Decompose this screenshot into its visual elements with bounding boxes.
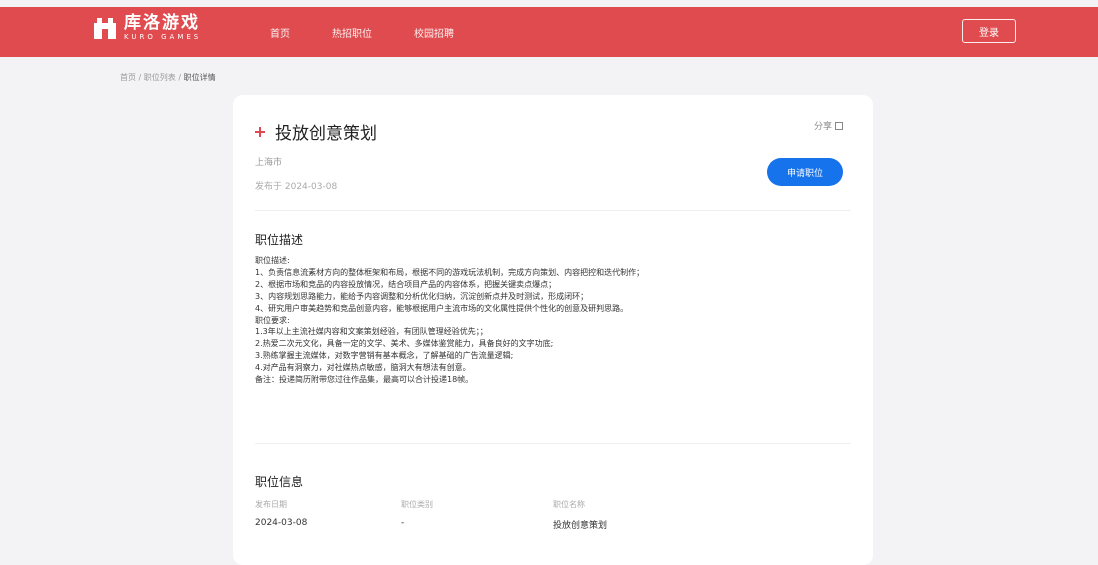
breadcrumb-home[interactable]: 首页 (120, 73, 136, 82)
share-button[interactable]: 分享 (814, 119, 843, 132)
logo-chinese-text: 库洛游戏 (124, 13, 200, 33)
description-line: 3.熟练掌握主流媒体，对数字营销有基本概念，了解基础的广告流量逻辑; (255, 351, 514, 361)
job-title-row: 投放创意策划 (255, 119, 377, 144)
logo-english-text: KURO GAMES (124, 33, 202, 41)
breadcrumb-separator: / (138, 73, 142, 82)
login-button[interactable]: 登录 (962, 19, 1016, 43)
description-section-title: 职位描述 (255, 233, 304, 247)
info-value: 2024-03-08 (255, 518, 308, 528)
breadcrumb-current: 职位详情 (183, 73, 216, 82)
info-column-job-name: 职位名称 投放创意策划 (553, 499, 607, 531)
job-title: 投放创意策划 (275, 124, 377, 144)
description-line: 职位要求: (255, 315, 290, 325)
breadcrumb-separator: / (178, 73, 182, 82)
nav-hot-jobs[interactable]: 热招职位 (332, 25, 372, 40)
description-line: 2.热爱二次元文化，具备一定的文学、美术、多媒体鉴赏能力，具备良好的文字功底; (255, 339, 554, 349)
description-line: 职位描述: (255, 256, 290, 265)
breadcrumb: 首页 / 职位列表 / 职位详情 (120, 72, 216, 83)
share-label: 分享 (813, 122, 832, 132)
description-line: 备注：投递简历附带您过往作品集，最高可以合计投递18帧。 (255, 375, 474, 385)
job-location: 上海市 (255, 158, 283, 168)
description-line: 3、内容规划思路能力，能给予内容调整和分析优化归纳，沉淀创新点并及时测试，形成闭… (255, 291, 589, 301)
info-label: 职位类别 (401, 500, 433, 509)
divider (255, 443, 851, 444)
description-line: 1.3年以上主流社媒内容和文案策划经验，有团队管理经验优先；； (255, 327, 488, 337)
job-description: 职位描述: 1、负责信息流素材方向的整体框架和布局，根据不同的游戏玩法机制，完成… (255, 255, 855, 386)
main-nav: 首页 热招职位 校园招聘 (270, 25, 496, 40)
breadcrumb-job-list[interactable]: 职位列表 (144, 73, 176, 82)
description-line: 4、研究用户审美趋势和竞品创意内容，能够根据用户主流市场的文化属性提供个性化的创… (255, 303, 629, 313)
info-column-post-date: 发布日期 2024-03-08 (255, 499, 307, 528)
plus-mark-icon (255, 126, 265, 137)
nav-campus-recruitment[interactable]: 校园招聘 (414, 25, 454, 40)
divider (255, 210, 851, 211)
logo-castle-icon (94, 18, 116, 39)
job-posted-date: 发布于 2024-03-08 (255, 182, 338, 192)
nav-home[interactable]: 首页 (270, 25, 290, 40)
description-line: 1、负责信息流素材方向的整体框架和布局，根据不同的游戏玩法机制，完成方向策划、内… (255, 267, 645, 277)
top-navigation-bar: 库洛游戏 KURO GAMES 首页 热招职位 校园招聘 登录 (0, 7, 1098, 57)
info-value: 投放创意策划 (553, 521, 608, 531)
info-label: 发布日期 (255, 500, 287, 509)
kuro-games-logo[interactable]: 库洛游戏 KURO GAMES (92, 15, 201, 41)
job-detail-card: 投放创意策划 分享 上海市 发布于 2024-03-08 申请职位 职位描述 职… (233, 95, 873, 565)
description-line: 4.对产品有洞察力，对社媒热点敏感，脑洞大有想法有创意。 (255, 363, 471, 373)
info-section-title: 职位信息 (255, 475, 304, 489)
apply-button[interactable]: 申请职位 (767, 158, 843, 186)
info-column-category: 职位类别 - (401, 499, 433, 528)
info-label: 职位名称 (553, 500, 585, 509)
description-line: 2、根据市场和竞品的内容投放情况，结合项目产品的内容体系，把握关键卖点爆点； (255, 279, 557, 289)
info-value: - (401, 518, 405, 528)
share-icon (835, 121, 843, 130)
